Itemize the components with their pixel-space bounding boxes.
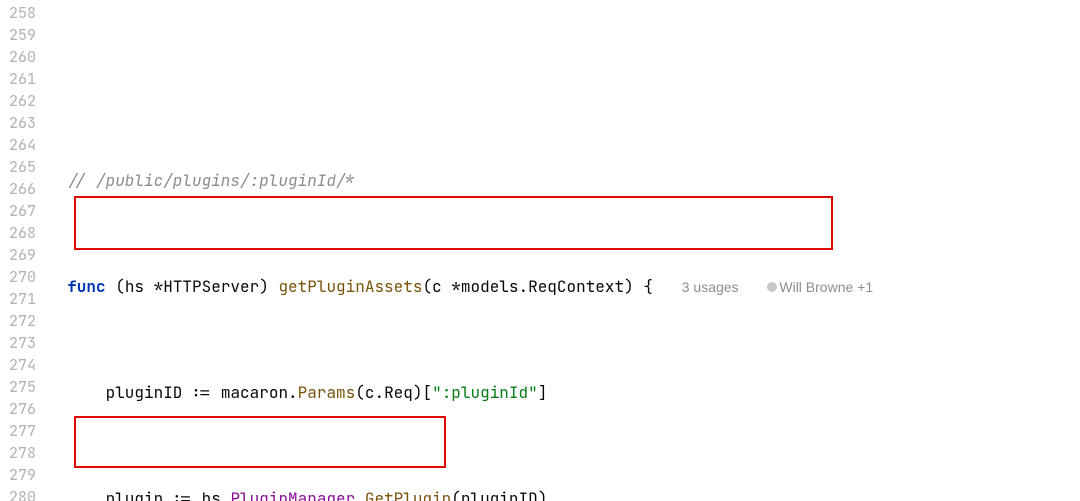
person-icon [767, 282, 777, 292]
line-number: 267 [0, 200, 40, 222]
highlight-box-2 [74, 416, 446, 468]
line-number: 275 [0, 376, 40, 398]
highlight-box-1 [74, 196, 833, 250]
line-number: 262 [0, 90, 40, 112]
line-number: 263 [0, 112, 40, 134]
line-number: 274 [0, 354, 40, 376]
code-line: pluginID := macaron.Params(c.Req)[":plug… [48, 382, 1080, 404]
line-number: 258 [0, 2, 40, 24]
line-number: 276 [0, 398, 40, 420]
line-number: 269 [0, 244, 40, 266]
code-editor[interactable]: 2582592602612622632642652662672682692702… [0, 0, 1080, 501]
line-number: 273 [0, 332, 40, 354]
usages-inlay[interactable]: 3 usages [682, 279, 739, 295]
code-line: // /public/plugins/:pluginId/* [48, 170, 1080, 192]
line-number: 277 [0, 420, 40, 442]
code-line: plugin := hs.PluginManager.GetPlugin(plu… [48, 488, 1080, 501]
line-number: 280 [0, 486, 40, 501]
line-number: 266 [0, 178, 40, 200]
line-number: 264 [0, 134, 40, 156]
line-gutter: 2582592602612622632642652662672682692702… [0, 0, 40, 501]
author-inlay[interactable]: Will Browne +1 [767, 279, 873, 295]
line-number: 278 [0, 442, 40, 464]
line-number: 265 [0, 156, 40, 178]
line-number: 272 [0, 310, 40, 332]
code-line: func (hs *HTTPServer) getPluginAssets(c … [48, 276, 1080, 298]
line-number: 261 [0, 68, 40, 90]
line-number: 268 [0, 222, 40, 244]
line-number: 271 [0, 288, 40, 310]
line-number: 270 [0, 266, 40, 288]
line-number: 260 [0, 46, 40, 68]
line-number: 279 [0, 464, 40, 486]
line-number: 259 [0, 24, 40, 46]
code-area[interactable]: // /public/plugins/:pluginId/* func (hs … [40, 0, 1080, 501]
